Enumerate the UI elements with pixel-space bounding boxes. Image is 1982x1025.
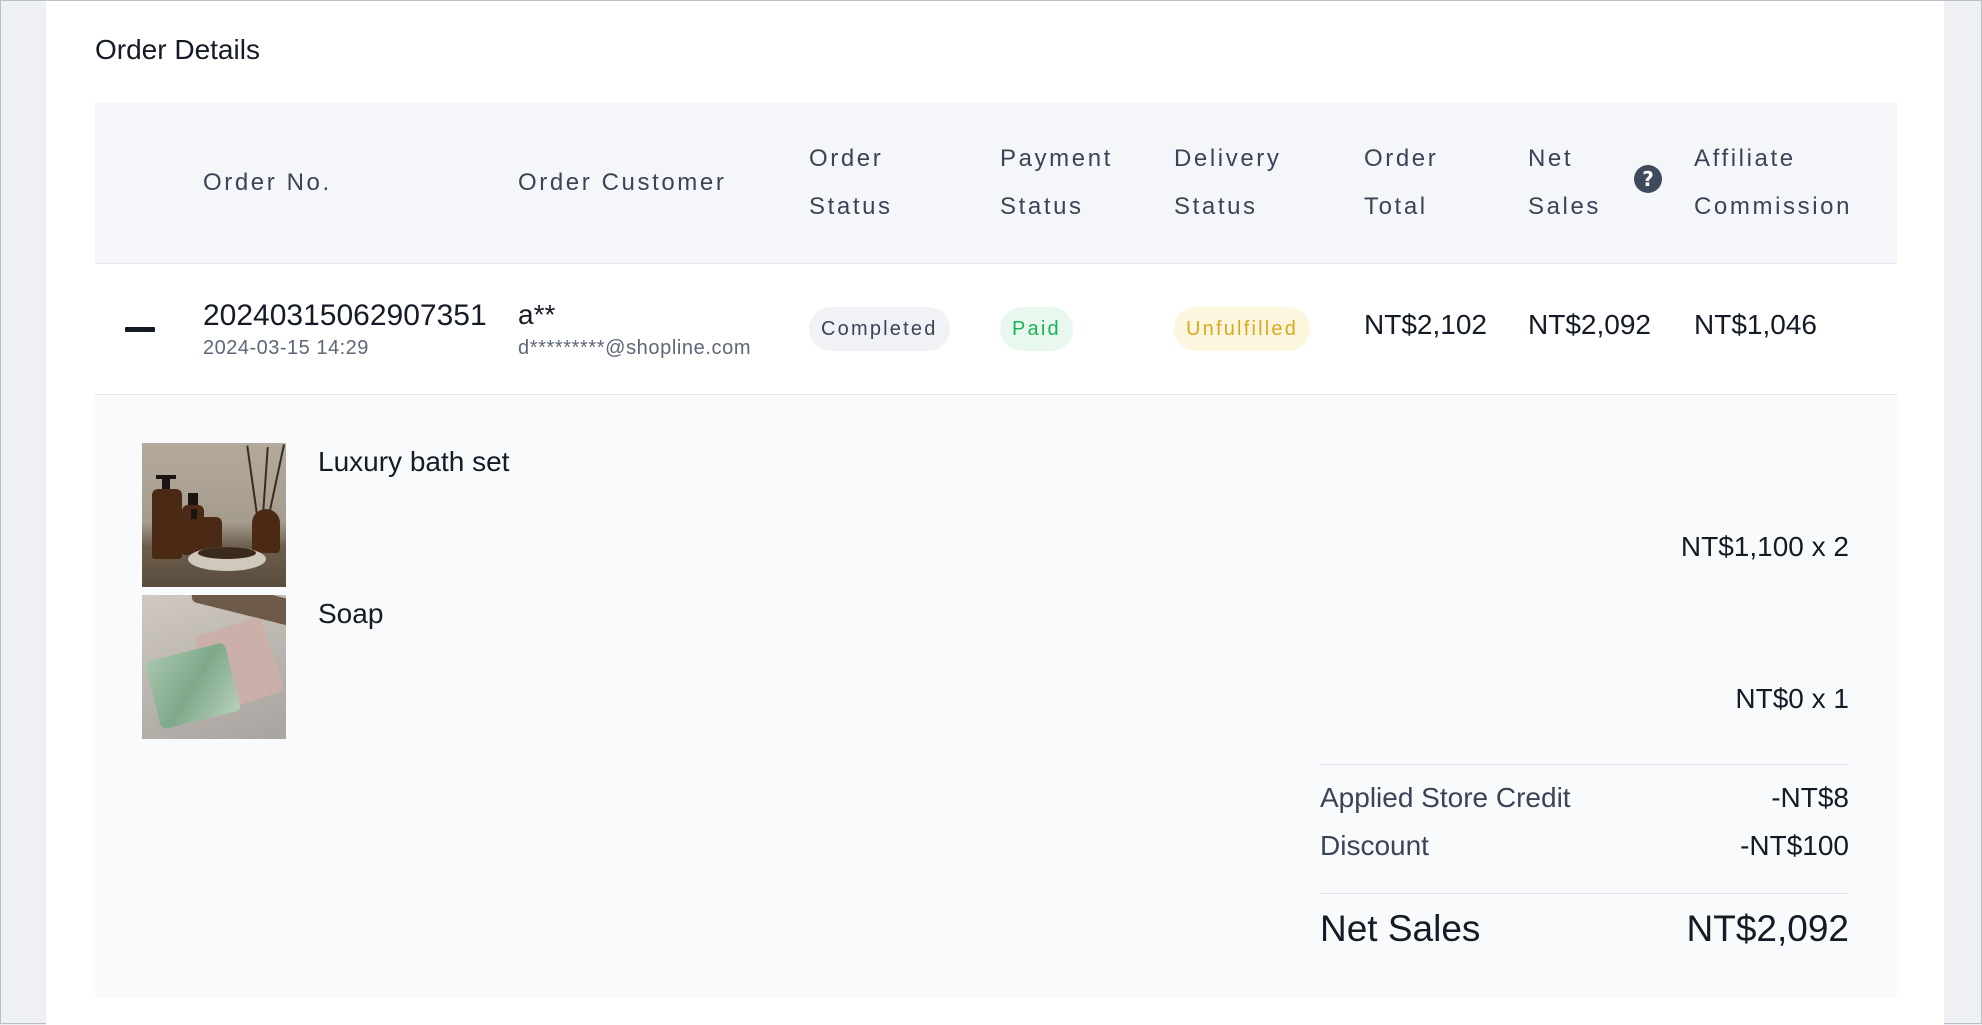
item-price: NT$1,100 x 2: [1680, 531, 1849, 562]
item-price: NT$0 x 1: [1735, 683, 1849, 714]
bath-set-photo-icon: [142, 443, 286, 587]
item-name: Luxury bath set: [318, 446, 510, 477]
help-icon[interactable]: ?: [1634, 165, 1662, 193]
summary-divider: [1320, 893, 1849, 894]
order-total-value: NT$2,102: [1364, 309, 1487, 340]
header-order-status: Order Status: [809, 135, 893, 231]
header-net-sales-line1: Net: [1528, 145, 1574, 172]
order-status-badge: Completed: [809, 307, 950, 351]
card-title: Order Details: [95, 34, 260, 65]
header-order-status-line1: Order: [809, 145, 884, 172]
window-frame: Order Details Order No. Order Customer O…: [0, 0, 1982, 1025]
collapse-icon[interactable]: [125, 327, 155, 332]
affiliate-commission-value: NT$1,046: [1694, 309, 1817, 340]
header-net-sales: Net Sales: [1528, 135, 1601, 231]
header-net-sales-line2: Sales: [1528, 193, 1602, 220]
discount-value: -NT$100: [1740, 830, 1849, 861]
header-order-total-line1: Order: [1364, 145, 1439, 172]
item-name: Soap: [318, 598, 384, 629]
soap-photo-icon: [142, 595, 286, 739]
header-order-total: Order Total: [1364, 135, 1438, 231]
payment-status-badge: Paid: [1000, 307, 1073, 351]
customer-name: a**: [518, 299, 556, 330]
header-payment-status: Payment Status: [1000, 135, 1113, 231]
header-affiliate-commission-line2: Commission: [1694, 193, 1853, 220]
table-header: Order No. Order Customer Order Status Pa…: [95, 103, 1897, 264]
header-affiliate-commission: Affiliate Commission: [1694, 135, 1852, 231]
net-sales-value: NT$2,092: [1528, 309, 1651, 340]
net-sales-label: Net Sales: [1320, 908, 1481, 949]
store-credit-label: Applied Store Credit: [1320, 782, 1571, 813]
discount-label: Discount: [1320, 830, 1429, 861]
delivery-status-badge: Unfulfilled: [1174, 307, 1311, 351]
order-date: 2024-03-15 14:29: [203, 337, 369, 359]
header-order-status-line2: Status: [809, 193, 893, 220]
header-payment-status-line2: Status: [1000, 193, 1084, 220]
header-order-total-line2: Total: [1364, 193, 1428, 220]
header-delivery-status-line1: Delivery: [1174, 145, 1282, 172]
order-number[interactable]: 20240315062907351: [203, 299, 487, 333]
header-delivery-status-line2: Status: [1174, 193, 1258, 220]
header-delivery-status: Delivery Status: [1174, 135, 1281, 231]
customer-email: d*********@shopline.com: [518, 337, 752, 359]
header-payment-status-line1: Payment: [1000, 145, 1113, 172]
store-credit-value: -NT$8: [1771, 782, 1849, 813]
net-sales-total: NT$2,092: [1686, 908, 1850, 949]
header-order-no: Order No.: [203, 169, 332, 196]
table-row: 20240315062907351 2024-03-15 14:29 a** d…: [95, 265, 1897, 395]
header-order-customer: Order Customer: [518, 169, 727, 196]
header-affiliate-commission-line1: Affiliate: [1694, 145, 1796, 172]
order-items-panel: Luxury bath set NT$1,100 x 2 Soap NT$0 x…: [95, 396, 1897, 998]
summary-divider: [1320, 764, 1849, 765]
